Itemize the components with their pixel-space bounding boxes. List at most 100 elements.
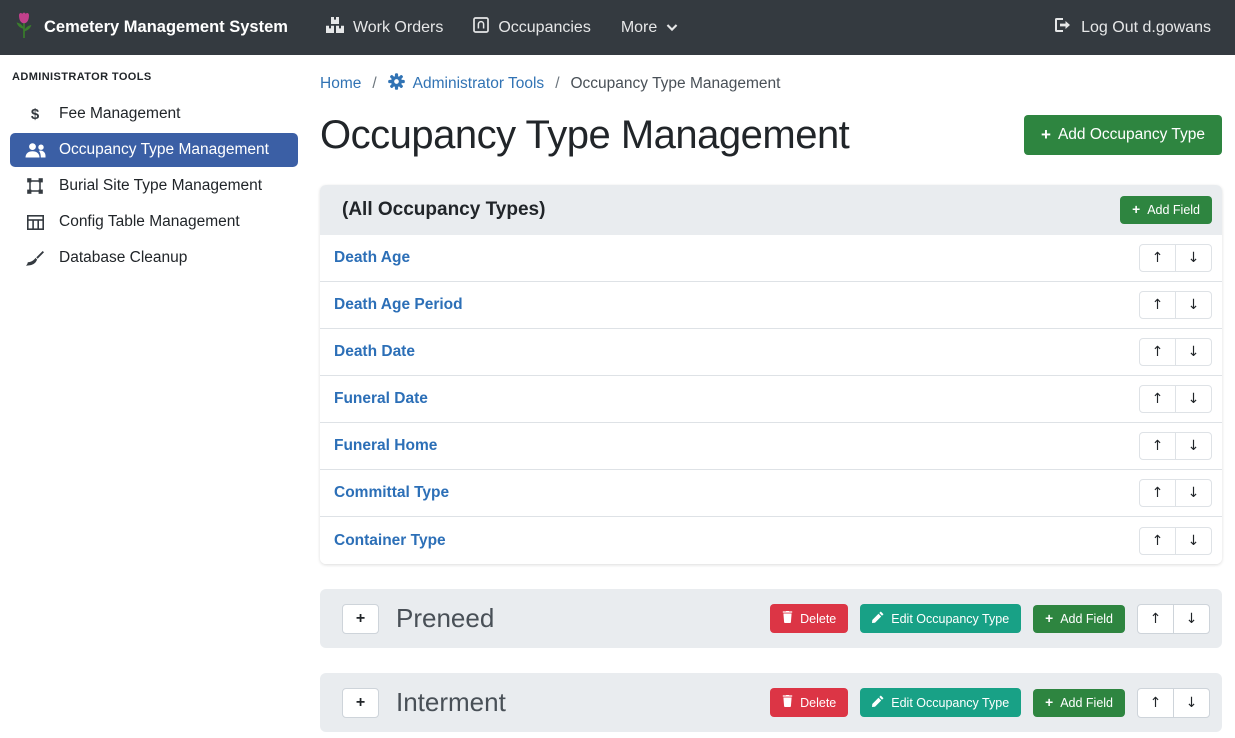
- add-occupancy-type-label: Add Occupancy Type: [1058, 126, 1205, 144]
- move-down-button[interactable]: ↓: [1175, 479, 1212, 507]
- trash-icon: [782, 695, 793, 710]
- move-down-button[interactable]: ↓: [1173, 604, 1210, 634]
- field-link[interactable]: Committal Type: [334, 484, 449, 502]
- move-up-button[interactable]: ↑: [1139, 432, 1176, 460]
- move-down-button[interactable]: ↓: [1175, 385, 1212, 413]
- sidebar-item-database-cleanup[interactable]: Database Cleanup: [10, 241, 298, 275]
- top-navbar: Cemetery Management System Work Orders O…: [0, 0, 1235, 55]
- move-down-button[interactable]: ↓: [1175, 527, 1212, 555]
- move-up-button[interactable]: ↑: [1139, 244, 1176, 272]
- move-down-button[interactable]: ↓: [1173, 688, 1210, 718]
- move-down-button[interactable]: ↓: [1175, 291, 1212, 319]
- logout-label: Log Out d.gowans: [1081, 19, 1211, 37]
- reorder-button-group: ↑ ↓: [1139, 479, 1212, 507]
- add-field-label: Add Field: [1060, 696, 1113, 710]
- move-down-button[interactable]: ↓: [1175, 432, 1212, 460]
- all-occupancy-types-title: (All Occupancy Types): [342, 199, 545, 221]
- trash-icon: [782, 611, 793, 626]
- move-up-button[interactable]: ↑: [1137, 604, 1174, 634]
- add-field-button[interactable]: + Add Field: [1033, 689, 1125, 717]
- edit-occupancy-type-label: Edit Occupancy Type: [891, 696, 1009, 710]
- page-layout: ADMINISTRATOR TOOLS $ Fee Management Occ…: [0, 55, 1235, 738]
- reorder-button-group: ↑ ↓: [1137, 604, 1210, 634]
- add-field-label: Add Field: [1147, 203, 1200, 217]
- delete-label: Delete: [800, 696, 836, 710]
- field-row: Container Type ↑ ↓: [320, 517, 1222, 564]
- delete-label: Delete: [800, 612, 836, 626]
- app-brand[interactable]: Cemetery Management System: [14, 12, 288, 44]
- field-link[interactable]: Death Date: [334, 343, 415, 361]
- pencil-icon: [872, 695, 884, 710]
- dollar-icon: $: [24, 106, 46, 123]
- field-link[interactable]: Funeral Date: [334, 390, 428, 408]
- reorder-button-group: ↑ ↓: [1139, 291, 1212, 319]
- reorder-button-group: ↑ ↓: [1139, 385, 1212, 413]
- sidebar: ADMINISTRATOR TOOLS $ Fee Management Occ…: [0, 55, 308, 738]
- nav-occupancies[interactable]: Occupancies: [473, 17, 591, 38]
- sidebar-item-config-table-management[interactable]: Config Table Management: [10, 205, 298, 239]
- page-title: Occupancy Type Management: [320, 111, 849, 159]
- delete-button[interactable]: Delete: [770, 688, 848, 717]
- breadcrumb-home[interactable]: Home: [320, 75, 361, 93]
- field-row: Funeral Home ↑ ↓: [320, 423, 1222, 470]
- expand-button[interactable]: +: [342, 604, 379, 634]
- field-link[interactable]: Container Type: [334, 532, 446, 550]
- breadcrumb-current: Occupancy Type Management: [571, 75, 781, 93]
- move-down-button[interactable]: ↓: [1175, 244, 1212, 272]
- field-link[interactable]: Funeral Home: [334, 437, 437, 455]
- boxes-icon: [326, 17, 344, 38]
- nav-more[interactable]: More: [621, 19, 678, 37]
- sidebar-item-label: Occupancy Type Management: [59, 141, 269, 159]
- edit-occupancy-type-button[interactable]: Edit Occupancy Type: [860, 688, 1021, 717]
- move-up-button[interactable]: ↑: [1139, 291, 1176, 319]
- move-up-button[interactable]: ↑: [1139, 385, 1176, 413]
- edit-occupancy-type-button[interactable]: Edit Occupancy Type: [860, 604, 1021, 633]
- users-icon: [24, 143, 46, 158]
- sign-out-icon: [1055, 18, 1072, 37]
- reorder-button-group: ↑ ↓: [1139, 338, 1212, 366]
- add-field-label: Add Field: [1060, 612, 1113, 626]
- add-field-button[interactable]: + Add Field: [1120, 196, 1212, 224]
- logout-link[interactable]: Log Out d.gowans: [1055, 18, 1211, 37]
- reorder-button-group: ↑ ↓: [1137, 688, 1210, 718]
- chevron-down-icon: [666, 19, 678, 37]
- pencil-icon: [872, 611, 884, 626]
- field-row: Funeral Date ↑ ↓: [320, 376, 1222, 423]
- occupancy-type-title: Preneed: [396, 603, 494, 634]
- sidebar-item-occupancy-type-management[interactable]: Occupancy Type Management: [10, 133, 298, 167]
- move-up-button[interactable]: ↑: [1139, 527, 1176, 555]
- app-title: Cemetery Management System: [44, 18, 288, 37]
- breadcrumb-administrator-tools[interactable]: Administrator Tools: [388, 73, 545, 95]
- all-occupancy-types-card: (All Occupancy Types) + Add Field Death …: [320, 185, 1222, 564]
- plus-icon: +: [1045, 612, 1053, 626]
- field-link[interactable]: Death Age: [334, 249, 410, 267]
- expand-button[interactable]: +: [342, 688, 379, 718]
- field-row: Death Age Period ↑ ↓: [320, 282, 1222, 329]
- breadcrumb-separator: /: [372, 75, 376, 93]
- move-down-button[interactable]: ↓: [1175, 338, 1212, 366]
- sidebar-item-burial-site-type-management[interactable]: Burial Site Type Management: [10, 169, 298, 203]
- panel-actions: Delete Edit Occupancy Type: [770, 688, 1210, 718]
- breadcrumb: Home / Administrator Tools / Occupancy T…: [320, 73, 1222, 95]
- add-occupancy-type-button[interactable]: + Add Occupancy Type: [1024, 115, 1222, 155]
- panel-actions: Delete Edit Occupancy Type: [770, 604, 1210, 634]
- breadcrumb-separator: /: [555, 75, 559, 93]
- plus-icon: +: [1045, 696, 1053, 710]
- delete-button[interactable]: Delete: [770, 604, 848, 633]
- move-up-button[interactable]: ↑: [1139, 338, 1176, 366]
- field-row: Death Date ↑ ↓: [320, 329, 1222, 376]
- move-up-button[interactable]: ↑: [1139, 479, 1176, 507]
- sidebar-item-label: Fee Management: [59, 105, 181, 123]
- nav-work-orders-label: Work Orders: [353, 19, 443, 37]
- field-link[interactable]: Death Age Period: [334, 296, 463, 314]
- edit-occupancy-type-label: Edit Occupancy Type: [891, 612, 1009, 626]
- nav-more-label: More: [621, 19, 657, 37]
- title-row: Occupancy Type Management + Add Occupanc…: [320, 111, 1222, 159]
- nav-work-orders[interactable]: Work Orders: [326, 17, 443, 38]
- add-field-button[interactable]: + Add Field: [1033, 605, 1125, 633]
- field-row: Committal Type ↑ ↓: [320, 470, 1222, 517]
- reorder-button-group: ↑ ↓: [1139, 244, 1212, 272]
- sidebar-heading: ADMINISTRATOR TOOLS: [0, 61, 308, 95]
- sidebar-item-fee-management[interactable]: $ Fee Management: [10, 97, 298, 131]
- move-up-button[interactable]: ↑: [1137, 688, 1174, 718]
